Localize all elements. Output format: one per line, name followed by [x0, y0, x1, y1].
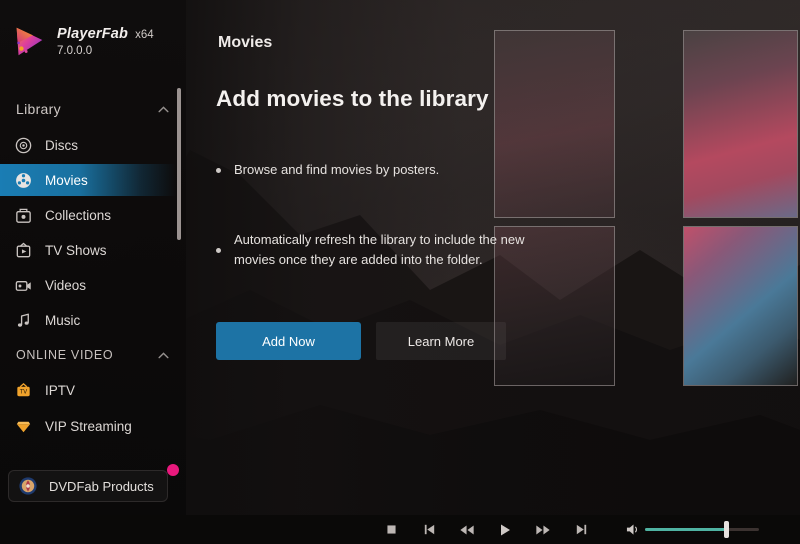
brand-architecture: x64	[135, 29, 154, 42]
sidebar-item-movies[interactable]: Movies	[0, 164, 176, 196]
section-label: Library	[16, 101, 61, 117]
film-reel-icon	[14, 171, 33, 190]
sidebar-item-label: TV Shows	[45, 243, 107, 258]
feature-list: Browse and find movies by posters. Autom…	[216, 160, 546, 270]
video-camera-icon	[14, 276, 33, 295]
action-buttons: Add Now Learn More	[216, 322, 506, 360]
sidebar-item-music[interactable]: Music	[0, 304, 176, 336]
skip-next-icon	[574, 522, 589, 537]
bullet-dot-icon	[216, 248, 221, 253]
section-label: ONLINE VIDEO	[16, 348, 113, 362]
chevron-up-icon[interactable]	[157, 103, 170, 116]
speaker-icon	[625, 522, 642, 537]
chevron-up-icon[interactable]	[157, 349, 170, 362]
sidebar-item-label: VIP Streaming	[45, 419, 132, 434]
stop-icon	[385, 523, 398, 536]
tv-icon	[14, 241, 33, 260]
sidebar-item-collections[interactable]: Collections	[0, 199, 176, 231]
brand-version: 7.0.0.0	[57, 45, 154, 58]
notification-dot-icon	[167, 464, 179, 476]
sidebar-item-label: Music	[45, 313, 80, 328]
page-title: Movies	[218, 34, 272, 52]
dvdfab-circle-icon	[18, 476, 38, 496]
rewind-icon	[459, 522, 475, 538]
volume-slider[interactable]	[645, 526, 759, 533]
stop-button[interactable]	[372, 515, 410, 544]
brand-name: PlayerFab	[57, 26, 128, 43]
sidebar-scrollbar[interactable]	[177, 88, 181, 240]
volume-fill	[645, 528, 727, 531]
sidebar-item-iptv[interactable]: TV IPTV	[0, 374, 176, 406]
fast-forward-button[interactable]	[524, 515, 562, 544]
sidebar-item-vip-streaming[interactable]: VIP Streaming	[0, 410, 176, 442]
music-note-icon	[14, 311, 33, 330]
svg-text:TV: TV	[19, 389, 27, 395]
skip-previous-icon	[422, 522, 437, 537]
sidebar-item-label: Movies	[45, 173, 88, 188]
iptv-icon: TV	[14, 381, 33, 400]
play-button[interactable]	[486, 515, 524, 544]
rewind-button[interactable]	[448, 515, 486, 544]
dvdfab-products-label: DVDFab Products	[49, 479, 154, 494]
volume-handle[interactable]	[724, 521, 729, 538]
sidebar-item-discs[interactable]: Discs	[0, 129, 176, 161]
playerfab-play-logo-icon	[10, 22, 48, 60]
list-item: Automatically refresh the library to inc…	[216, 230, 546, 270]
bullet-dot-icon	[216, 168, 221, 173]
brand: PlayerFab x64 7.0.0.0	[10, 22, 154, 60]
sidebar-item-tv-shows[interactable]: TV Shows	[0, 234, 176, 266]
sidebar: PlayerFab x64 7.0.0.0 Library Discs	[0, 0, 186, 515]
playback-controls	[372, 515, 652, 544]
list-item-label: Automatically refresh the library to inc…	[234, 230, 546, 270]
headline: Add movies to the library	[216, 86, 489, 112]
diamond-icon	[14, 417, 33, 436]
previous-button[interactable]	[410, 515, 448, 544]
sidebar-item-label: Discs	[45, 138, 78, 153]
next-button[interactable]	[562, 515, 600, 544]
add-now-button[interactable]: Add Now	[216, 322, 361, 360]
player-control-bar	[0, 515, 800, 544]
sidebar-item-label: Collections	[45, 208, 111, 223]
sidebar-item-label: IPTV	[45, 383, 75, 398]
list-item-label: Browse and find movies by posters.	[234, 160, 439, 180]
list-item: Browse and find movies by posters.	[216, 160, 546, 180]
learn-more-button[interactable]: Learn More	[376, 322, 506, 360]
section-header-online-video[interactable]: ONLINE VIDEO	[16, 348, 170, 362]
poster-top-right	[683, 30, 798, 218]
disc-icon	[14, 136, 33, 155]
main-content: Movies Add movies to the library Browse …	[186, 0, 800, 515]
poster-bottom-right	[683, 226, 798, 386]
collection-icon	[14, 206, 33, 225]
sidebar-item-videos[interactable]: Videos	[0, 269, 176, 301]
play-icon	[497, 522, 513, 538]
section-header-library[interactable]: Library	[16, 101, 170, 117]
sidebar-item-label: Videos	[45, 278, 86, 293]
playerfab-window: Movies Add movies to the library Browse …	[0, 0, 800, 544]
dvdfab-products-button[interactable]: DVDFab Products	[8, 470, 168, 502]
fast-forward-icon	[535, 522, 551, 538]
